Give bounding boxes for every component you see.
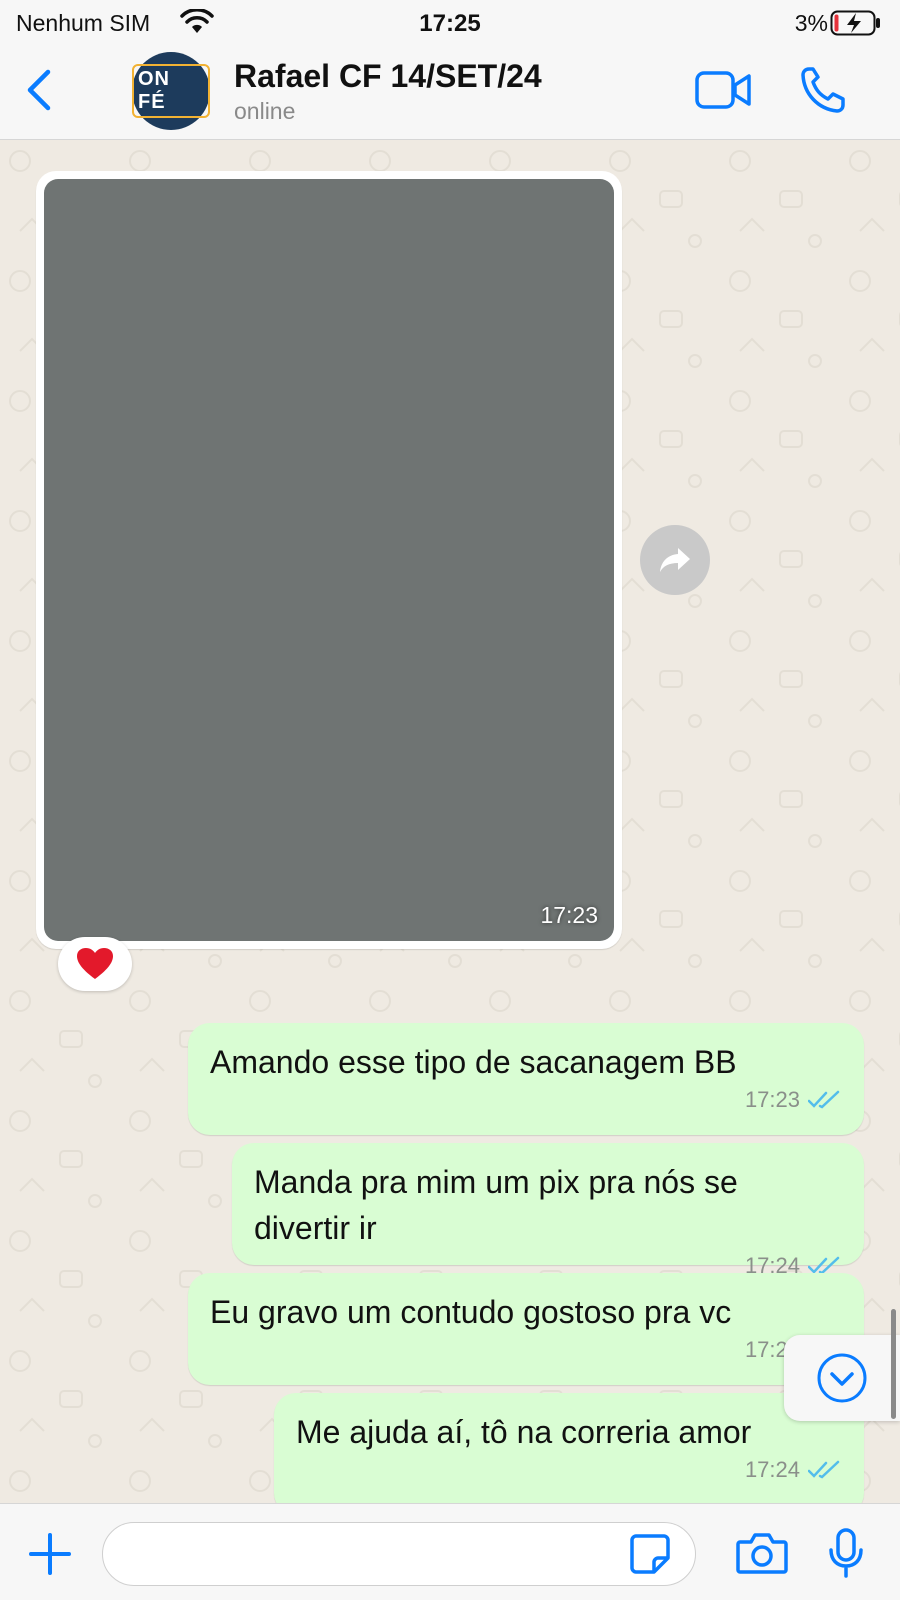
phone-icon[interactable]: [800, 66, 846, 114]
outgoing-message[interactable]: Eu gravo um contudo gostoso pra vc 17:24: [188, 1273, 864, 1385]
status-bar: Nenhum SIM 17:25 3%: [0, 0, 900, 46]
message-text: Me ajuda aí, tô na correria amor: [296, 1414, 752, 1450]
battery-percent: 3%: [794, 10, 828, 36]
back-icon[interactable]: [24, 68, 56, 112]
outgoing-message[interactable]: Me ajuda aí, tô na correria amor 17:24: [274, 1393, 864, 1503]
double-check-read-icon: [808, 1090, 840, 1109]
sticker-icon[interactable]: [630, 1534, 670, 1574]
image-message[interactable]: 17:23: [36, 171, 622, 949]
image-message-time: 17:23: [540, 902, 598, 928]
scroll-to-bottom-button[interactable]: [784, 1335, 900, 1421]
scrollbar-thumb[interactable]: [891, 1309, 896, 1419]
battery-icon: [830, 10, 880, 36]
forward-icon: [660, 548, 690, 572]
heart-icon: [77, 948, 113, 979]
video-call-icon[interactable]: [694, 68, 752, 112]
plus-icon[interactable]: [28, 1532, 72, 1576]
camera-icon[interactable]: [736, 1532, 788, 1574]
message-time: 17:24: [744, 1457, 800, 1482]
chevron-down-icon: [817, 1353, 867, 1403]
forward-button[interactable]: [640, 525, 710, 595]
outgoing-message[interactable]: Manda pra mim um pix pra nós se divertir…: [232, 1143, 864, 1278]
contact-name[interactable]: Rafael CF 14/SET/24: [234, 58, 542, 95]
avatar[interactable]: ON FÉ: [132, 52, 210, 130]
message-time: 17:23: [744, 1087, 800, 1112]
heart-reaction[interactable]: [58, 937, 132, 991]
contact-status: online: [234, 98, 296, 124]
message-text: Manda pra mim um pix pra nós se divertir…: [254, 1164, 738, 1246]
input-bar: [0, 1503, 900, 1600]
image-placeholder[interactable]: 17:23: [44, 179, 614, 941]
avatar-logo-text: ON FÉ: [132, 64, 210, 118]
mic-icon[interactable]: [828, 1528, 864, 1578]
outgoing-message[interactable]: Amando esse tipo de sacanagem BB 17:23: [188, 1023, 864, 1135]
message-text: Eu gravo um contudo gostoso pra vc: [210, 1294, 732, 1330]
double-check-read-icon: [808, 1460, 840, 1479]
message-input[interactable]: [102, 1522, 696, 1586]
message-text: Amando esse tipo de sacanagem BB: [210, 1044, 737, 1080]
chat-area[interactable]: 17:23 Amando esse tipo de sacanagem BB 1…: [0, 141, 900, 1503]
chat-header: ON FÉ Rafael CF 14/SET/24 online: [0, 46, 900, 140]
status-time: 17:25: [419, 10, 481, 37]
